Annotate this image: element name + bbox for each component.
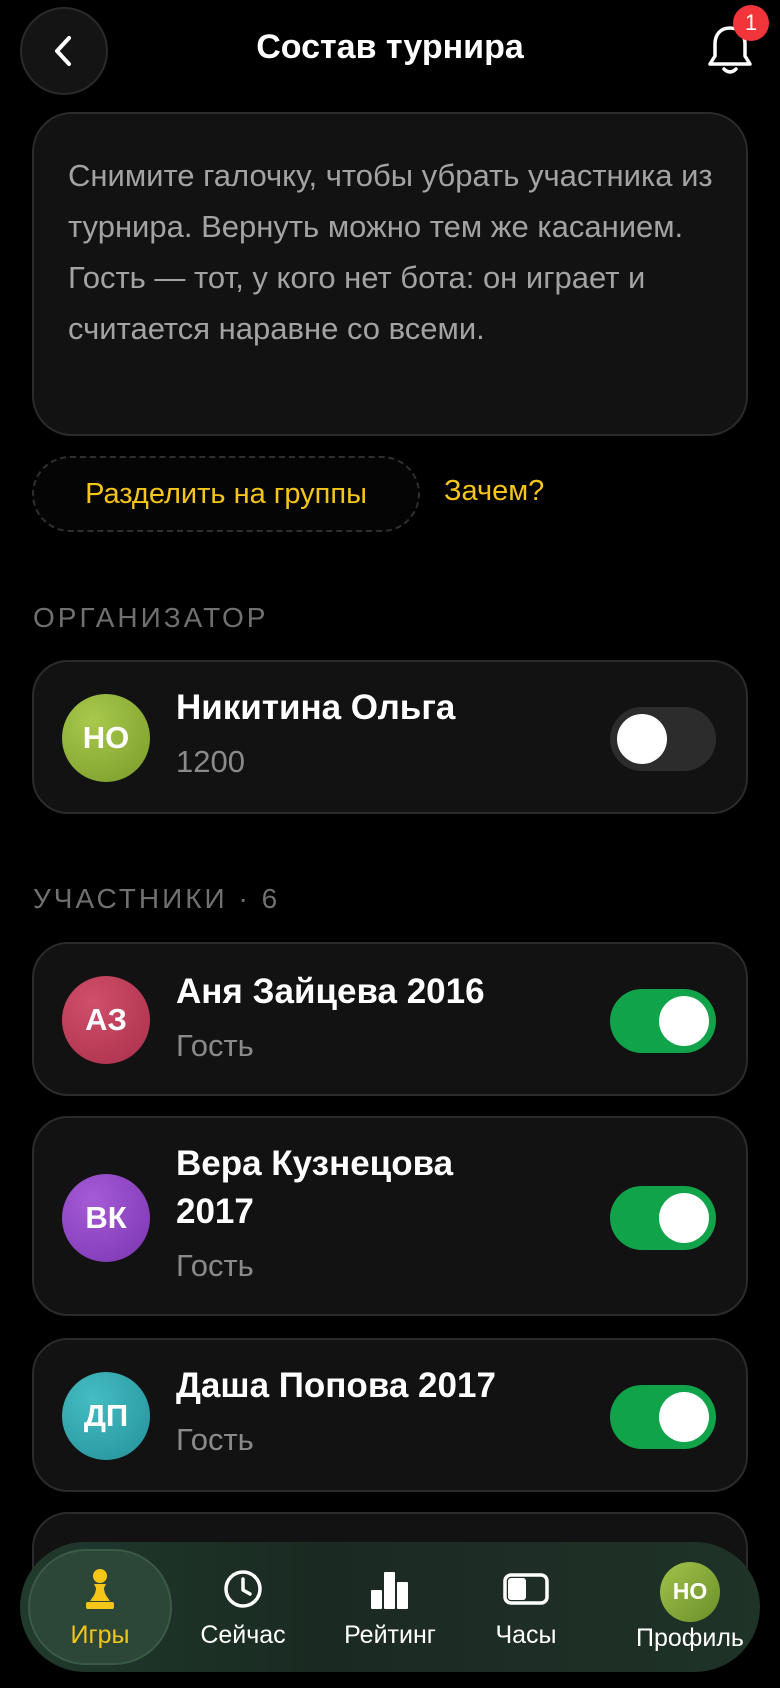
player-name: Аня Зайцева 2016 [176,972,485,1011]
include-toggle[interactable] [610,707,716,771]
tab-clock[interactable]: Часы [466,1542,586,1672]
avatar: НО [660,1561,720,1622]
info-text: Снимите галочку, чтобы убрать участника … [68,158,713,346]
tab-label: Рейтинг [344,1620,436,1649]
participant-card[interactable]: ДП Даша Попова 2017 Гость [32,1338,748,1492]
info-card: Снимите галочку, чтобы убрать участника … [32,112,748,436]
player-name: Вера Кузнецова 2017 [176,1144,454,1231]
organizer-card[interactable]: НО Никитина Ольга 1200 [32,660,748,814]
player-rating: 1200 [176,744,245,779]
toggle-knob [617,714,667,764]
include-toggle[interactable] [610,989,716,1053]
avatar: НО [62,694,150,782]
header: Состав турнира 1 [0,0,780,105]
tab-label: Профиль [636,1623,744,1652]
participant-card[interactable]: ВК Вера Кузнецова 2017 Гость [32,1116,748,1316]
participant-card[interactable]: АЗ Аня Зайцева 2016 Гость [32,942,748,1096]
avatar: АЗ [62,976,150,1064]
clock-icon [219,1565,267,1613]
why-link[interactable]: Зачем? [444,475,544,508]
tab-label: Игры [70,1620,130,1649]
tab-bar: Игры Сейчас Рейтинг Часы НО Профиль [20,1542,760,1672]
tab-games[interactable]: Игры [40,1542,160,1672]
player-status: Гость [176,1248,254,1283]
toggle-knob [659,996,709,1046]
pawn-icon [76,1565,124,1613]
include-toggle[interactable] [610,1186,716,1250]
split-groups-button[interactable]: Разделить на группы [32,456,420,532]
notification-badge: 1 [733,5,769,41]
player-status: Гость [176,1422,254,1457]
player-name: Даша Попова 2017 [176,1366,496,1405]
bar-chart-icon [366,1565,414,1613]
tab-label: Сейчас [200,1620,286,1649]
page-title: Состав турнира [256,28,524,66]
tab-now[interactable]: Сейчас [178,1542,308,1672]
player-status: Гость [176,1028,254,1063]
organizer-section-label: ОРГАНИЗАТОР [33,602,269,633]
avatar: ВК [62,1174,150,1262]
include-toggle[interactable] [610,1385,716,1449]
tab-profile[interactable]: НО Профиль [620,1542,760,1672]
participants-section-label: УЧАСТНИКИ · 6 [33,883,281,914]
tab-rating[interactable]: Рейтинг [320,1542,460,1672]
chess-clock-icon [502,1565,550,1613]
toggle-knob [659,1392,709,1442]
toggle-knob [659,1193,709,1243]
player-name: Никитина Ольга [176,688,456,727]
avatar: ДП [62,1372,150,1460]
tab-label: Часы [495,1620,557,1649]
